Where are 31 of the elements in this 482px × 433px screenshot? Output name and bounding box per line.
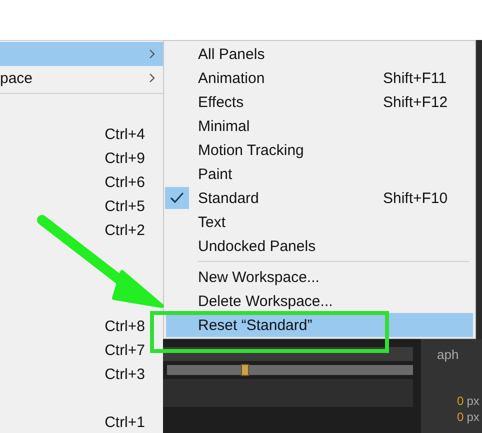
timeline-track[interactable] (167, 365, 413, 375)
panel-title: aph (437, 347, 459, 362)
value-text: 0 (457, 394, 464, 408)
menu-item[interactable]: Ctrl+9 (0, 146, 163, 170)
menu-item[interactable]: All Panels (164, 42, 475, 66)
unit-label: px (466, 394, 480, 408)
playhead-handle[interactable] (241, 364, 249, 376)
menu-item[interactable]: Delete Workspace... (164, 289, 475, 313)
menu-item[interactable]: Motion Tracking (164, 138, 475, 162)
menu-item[interactable]: Ctrl+4 (0, 122, 163, 146)
menu-item[interactable]: Animation Shift+F11 (164, 66, 475, 90)
unit-label: px (466, 410, 480, 424)
menu-item[interactable]: Paint (164, 162, 475, 186)
menu-item[interactable]: Text (164, 210, 475, 234)
menu-item[interactable]: pace (0, 66, 163, 90)
menu-item[interactable]: Ctrl+6 (0, 170, 163, 194)
menu-item[interactable]: Ctrl+2 (0, 218, 163, 242)
menu-item[interactable]: Ctrl+7 (0, 338, 163, 362)
menu-item[interactable]: Standard Shift+F10 (164, 186, 475, 210)
menu-item[interactable]: Minimal (164, 114, 475, 138)
menu-item[interactable]: Effects Shift+F12 (164, 90, 475, 114)
menu-item[interactable]: Ctrl+3 (0, 362, 163, 386)
menu-item[interactable]: New Workspace... (164, 265, 475, 289)
menu-item[interactable]: Ctrl+8 (0, 314, 163, 338)
menu-item[interactable]: Undocked Panels (164, 234, 475, 258)
chevron-icon (149, 49, 155, 59)
value-text: 0 (457, 410, 464, 424)
menu-item[interactable]: Ctrl+1 (0, 410, 163, 433)
menu-item[interactable]: Reset “Standard” (166, 313, 473, 337)
chevron-icon (149, 73, 155, 83)
menu-item[interactable]: Ctrl+5 (0, 194, 163, 218)
